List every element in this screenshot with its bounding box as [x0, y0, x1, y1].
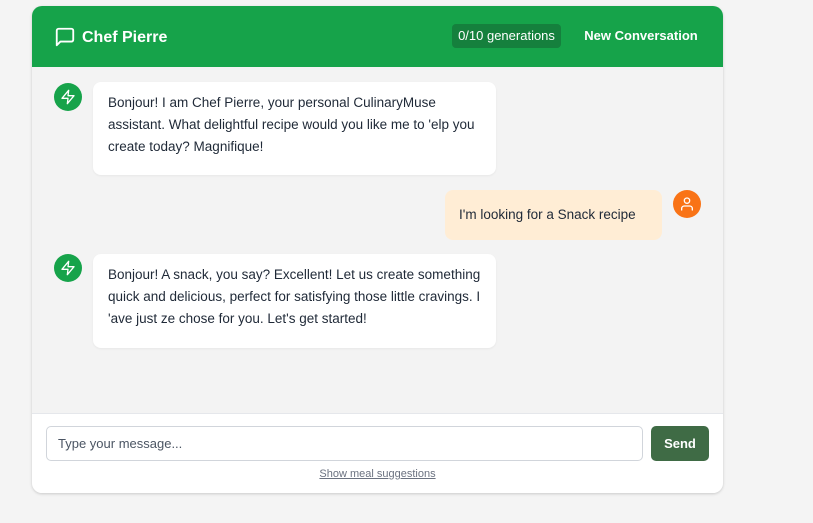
message-square-icon [55, 27, 75, 47]
zap-icon [61, 260, 75, 276]
generations-badge: 0/10 generations [452, 24, 561, 48]
message-bubble: I'm looking for a Snack recipe [445, 190, 662, 240]
show-meal-suggestions-link[interactable]: Show meal suggestions [32, 468, 723, 480]
message-bubble: Bonjour! I am Chef Pierre, your personal… [93, 82, 496, 175]
send-button[interactable]: Send [651, 426, 709, 461]
chat-window: Chef Pierre 0/10 generations New Convers… [32, 6, 723, 493]
message-input[interactable] [46, 426, 643, 461]
user-avatar [673, 190, 701, 218]
message-bubble: Bonjour! A snack, you say? Excellent! Le… [93, 254, 496, 348]
user-icon [681, 197, 693, 211]
chat-title: Chef Pierre [82, 29, 168, 46]
new-conversation-button[interactable]: New Conversation [578, 24, 704, 48]
zap-icon [61, 89, 75, 105]
composer: Send Show meal suggestions [32, 413, 723, 493]
bot-avatar [54, 254, 82, 282]
bot-avatar [54, 83, 82, 111]
chat-header: Chef Pierre 0/10 generations New Convers… [32, 6, 723, 67]
